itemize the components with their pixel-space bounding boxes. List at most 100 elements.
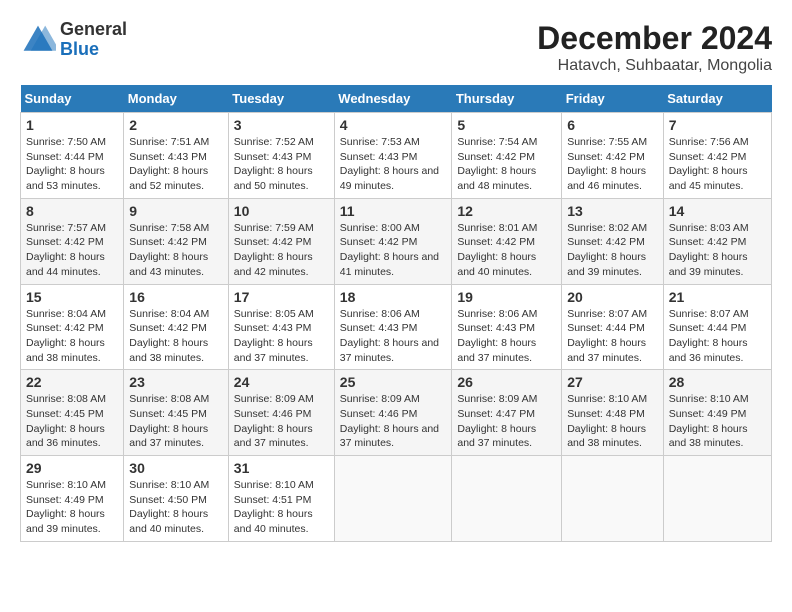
day-number: 12 (457, 203, 556, 219)
calendar-cell: 2 Sunrise: 7:51 AM Sunset: 4:43 PM Dayli… (124, 113, 229, 199)
calendar-cell: 17 Sunrise: 8:05 AM Sunset: 4:43 PM Dayl… (228, 284, 334, 370)
day-number: 19 (457, 289, 556, 305)
calendar-cell: 12 Sunrise: 8:01 AM Sunset: 4:42 PM Dayl… (452, 198, 562, 284)
day-info: Sunrise: 7:54 AM Sunset: 4:42 PM Dayligh… (457, 135, 556, 194)
day-info: Sunrise: 8:08 AM Sunset: 4:45 PM Dayligh… (129, 392, 223, 451)
calendar-cell: 15 Sunrise: 8:04 AM Sunset: 4:42 PM Dayl… (21, 284, 124, 370)
calendar-week-row: 22 Sunrise: 8:08 AM Sunset: 4:45 PM Dayl… (21, 370, 772, 456)
calendar-cell: 24 Sunrise: 8:09 AM Sunset: 4:46 PM Dayl… (228, 370, 334, 456)
day-info: Sunrise: 8:10 AM Sunset: 4:48 PM Dayligh… (567, 392, 658, 451)
calendar-cell (334, 456, 452, 542)
calendar-cell: 9 Sunrise: 7:58 AM Sunset: 4:42 PM Dayli… (124, 198, 229, 284)
day-info: Sunrise: 8:06 AM Sunset: 4:43 PM Dayligh… (457, 307, 556, 366)
calendar-subtitle: Hatavch, Suhbaatar, Mongolia (537, 57, 772, 75)
page-header: General Blue December 2024 Hatavch, Suhb… (20, 20, 772, 75)
day-number: 30 (129, 460, 223, 476)
day-number: 23 (129, 374, 223, 390)
calendar-cell: 16 Sunrise: 8:04 AM Sunset: 4:42 PM Dayl… (124, 284, 229, 370)
calendar-cell: 26 Sunrise: 8:09 AM Sunset: 4:47 PM Dayl… (452, 370, 562, 456)
day-info: Sunrise: 7:55 AM Sunset: 4:42 PM Dayligh… (567, 135, 658, 194)
calendar-week-row: 8 Sunrise: 7:57 AM Sunset: 4:42 PM Dayli… (21, 198, 772, 284)
day-number: 14 (669, 203, 766, 219)
calendar-cell: 27 Sunrise: 8:10 AM Sunset: 4:48 PM Dayl… (562, 370, 664, 456)
calendar-cell: 7 Sunrise: 7:56 AM Sunset: 4:42 PM Dayli… (663, 113, 771, 199)
calendar-week-row: 15 Sunrise: 8:04 AM Sunset: 4:42 PM Dayl… (21, 284, 772, 370)
logo-icon (20, 22, 56, 58)
day-info: Sunrise: 8:09 AM Sunset: 4:47 PM Dayligh… (457, 392, 556, 451)
day-info: Sunrise: 8:01 AM Sunset: 4:42 PM Dayligh… (457, 221, 556, 280)
day-number: 22 (26, 374, 118, 390)
day-number: 25 (340, 374, 447, 390)
day-number: 1 (26, 117, 118, 133)
day-number: 8 (26, 203, 118, 219)
calendar-cell (452, 456, 562, 542)
day-info: Sunrise: 8:10 AM Sunset: 4:49 PM Dayligh… (669, 392, 766, 451)
col-header-wednesday: Wednesday (334, 85, 452, 113)
calendar-table: SundayMondayTuesdayWednesdayThursdayFrid… (20, 85, 772, 542)
calendar-cell (663, 456, 771, 542)
day-info: Sunrise: 8:06 AM Sunset: 4:43 PM Dayligh… (340, 307, 447, 366)
calendar-cell: 13 Sunrise: 8:02 AM Sunset: 4:42 PM Dayl… (562, 198, 664, 284)
day-info: Sunrise: 7:58 AM Sunset: 4:42 PM Dayligh… (129, 221, 223, 280)
logo-text-blue: Blue (60, 40, 127, 60)
day-info: Sunrise: 7:59 AM Sunset: 4:42 PM Dayligh… (234, 221, 329, 280)
day-info: Sunrise: 8:07 AM Sunset: 4:44 PM Dayligh… (669, 307, 766, 366)
calendar-cell: 14 Sunrise: 8:03 AM Sunset: 4:42 PM Dayl… (663, 198, 771, 284)
day-info: Sunrise: 8:08 AM Sunset: 4:45 PM Dayligh… (26, 392, 118, 451)
col-header-tuesday: Tuesday (228, 85, 334, 113)
calendar-cell: 11 Sunrise: 8:00 AM Sunset: 4:42 PM Dayl… (334, 198, 452, 284)
day-number: 11 (340, 203, 447, 219)
calendar-cell: 8 Sunrise: 7:57 AM Sunset: 4:42 PM Dayli… (21, 198, 124, 284)
day-info: Sunrise: 8:04 AM Sunset: 4:42 PM Dayligh… (26, 307, 118, 366)
calendar-title: December 2024 (537, 20, 772, 57)
calendar-cell: 6 Sunrise: 7:55 AM Sunset: 4:42 PM Dayli… (562, 113, 664, 199)
calendar-cell: 23 Sunrise: 8:08 AM Sunset: 4:45 PM Dayl… (124, 370, 229, 456)
day-info: Sunrise: 8:10 AM Sunset: 4:49 PM Dayligh… (26, 478, 118, 537)
calendar-header-row: SundayMondayTuesdayWednesdayThursdayFrid… (21, 85, 772, 113)
day-info: Sunrise: 8:10 AM Sunset: 4:50 PM Dayligh… (129, 478, 223, 537)
calendar-week-row: 29 Sunrise: 8:10 AM Sunset: 4:49 PM Dayl… (21, 456, 772, 542)
calendar-cell: 22 Sunrise: 8:08 AM Sunset: 4:45 PM Dayl… (21, 370, 124, 456)
day-number: 7 (669, 117, 766, 133)
calendar-cell: 19 Sunrise: 8:06 AM Sunset: 4:43 PM Dayl… (452, 284, 562, 370)
calendar-week-row: 1 Sunrise: 7:50 AM Sunset: 4:44 PM Dayli… (21, 113, 772, 199)
day-number: 9 (129, 203, 223, 219)
day-info: Sunrise: 8:04 AM Sunset: 4:42 PM Dayligh… (129, 307, 223, 366)
day-number: 26 (457, 374, 556, 390)
calendar-cell (562, 456, 664, 542)
day-info: Sunrise: 8:10 AM Sunset: 4:51 PM Dayligh… (234, 478, 329, 537)
logo: General Blue (20, 20, 127, 60)
day-info: Sunrise: 8:05 AM Sunset: 4:43 PM Dayligh… (234, 307, 329, 366)
calendar-cell: 31 Sunrise: 8:10 AM Sunset: 4:51 PM Dayl… (228, 456, 334, 542)
calendar-cell: 20 Sunrise: 8:07 AM Sunset: 4:44 PM Dayl… (562, 284, 664, 370)
day-info: Sunrise: 7:53 AM Sunset: 4:43 PM Dayligh… (340, 135, 447, 194)
calendar-cell: 3 Sunrise: 7:52 AM Sunset: 4:43 PM Dayli… (228, 113, 334, 199)
day-info: Sunrise: 8:09 AM Sunset: 4:46 PM Dayligh… (234, 392, 329, 451)
calendar-cell: 25 Sunrise: 8:09 AM Sunset: 4:46 PM Dayl… (334, 370, 452, 456)
day-info: Sunrise: 8:00 AM Sunset: 4:42 PM Dayligh… (340, 221, 447, 280)
day-number: 6 (567, 117, 658, 133)
calendar-cell: 30 Sunrise: 8:10 AM Sunset: 4:50 PM Dayl… (124, 456, 229, 542)
col-header-thursday: Thursday (452, 85, 562, 113)
day-number: 21 (669, 289, 766, 305)
day-number: 15 (26, 289, 118, 305)
day-number: 24 (234, 374, 329, 390)
day-number: 18 (340, 289, 447, 305)
day-info: Sunrise: 7:52 AM Sunset: 4:43 PM Dayligh… (234, 135, 329, 194)
day-number: 17 (234, 289, 329, 305)
day-number: 4 (340, 117, 447, 133)
day-info: Sunrise: 8:09 AM Sunset: 4:46 PM Dayligh… (340, 392, 447, 451)
day-number: 16 (129, 289, 223, 305)
day-info: Sunrise: 7:56 AM Sunset: 4:42 PM Dayligh… (669, 135, 766, 194)
col-header-friday: Friday (562, 85, 664, 113)
day-number: 3 (234, 117, 329, 133)
day-number: 29 (26, 460, 118, 476)
calendar-cell: 5 Sunrise: 7:54 AM Sunset: 4:42 PM Dayli… (452, 113, 562, 199)
calendar-cell: 28 Sunrise: 8:10 AM Sunset: 4:49 PM Dayl… (663, 370, 771, 456)
logo-text-general: General (60, 20, 127, 40)
calendar-cell: 1 Sunrise: 7:50 AM Sunset: 4:44 PM Dayli… (21, 113, 124, 199)
col-header-sunday: Sunday (21, 85, 124, 113)
day-number: 2 (129, 117, 223, 133)
day-info: Sunrise: 7:51 AM Sunset: 4:43 PM Dayligh… (129, 135, 223, 194)
day-number: 28 (669, 374, 766, 390)
